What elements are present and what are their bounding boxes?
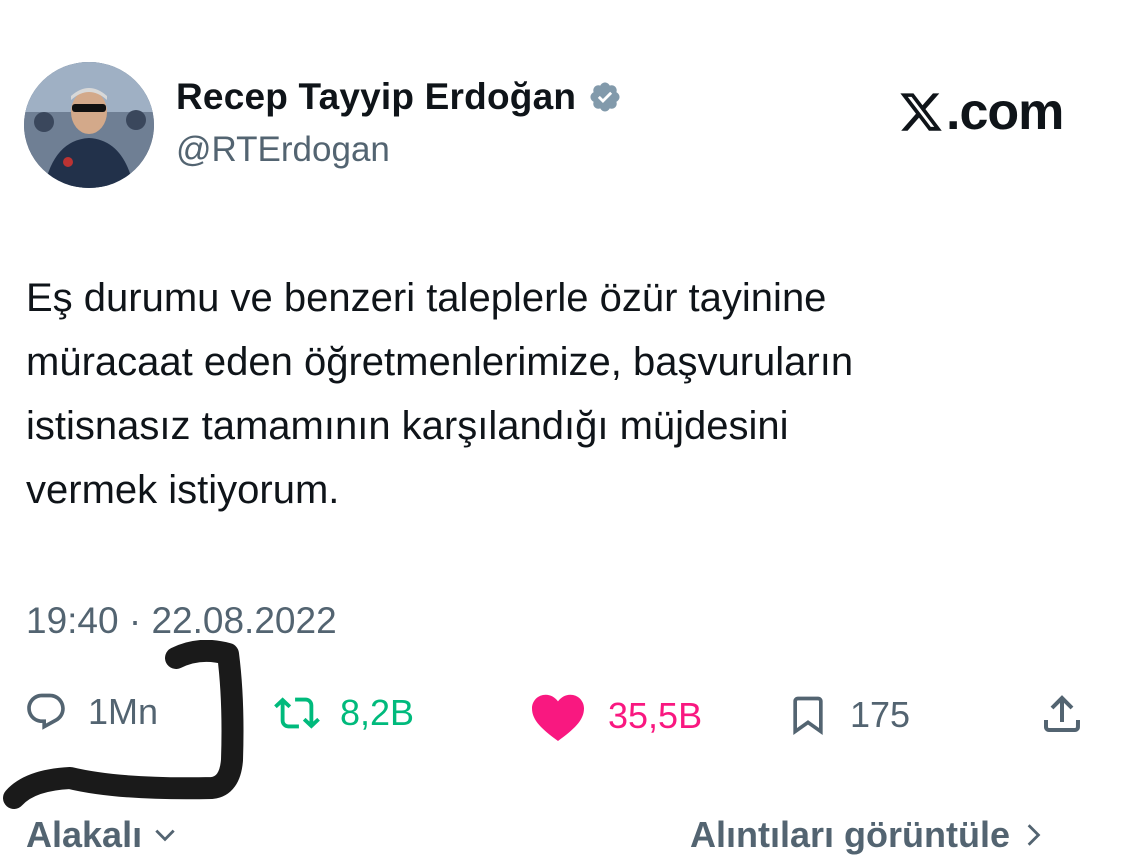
author-name[interactable]: Recep Tayyip Erdoğan <box>176 76 576 118</box>
reply-icon <box>27 693 65 730</box>
tweet-line: Eş durumu ve benzeri taleplerle özür tay… <box>26 276 827 320</box>
like-button[interactable]: 35,5B <box>528 690 702 742</box>
heart-icon <box>532 694 584 742</box>
share-icon <box>1044 695 1080 732</box>
share-button[interactable] <box>1038 690 1086 738</box>
avatar-photo <box>24 62 154 188</box>
bookmark-icon <box>793 696 823 736</box>
view-quotes-label: Alıntıları görüntüle <box>690 814 1010 855</box>
bookmark-button[interactable]: 175 <box>786 690 910 740</box>
avatar[interactable] <box>24 62 154 188</box>
reply-count: 1Mn <box>88 691 159 732</box>
verified-badge-icon <box>590 82 620 112</box>
chevron-down-icon <box>155 829 175 842</box>
reply-button[interactable]: 1Mn <box>24 690 158 734</box>
tweet-timestamp[interactable]: 19:40 · 22.08.2022 <box>26 600 337 642</box>
brand-watermark: .com <box>898 82 1064 142</box>
retweet-count: 8,2B <box>340 692 415 733</box>
author-handle[interactable]: @RTErdogan <box>176 130 390 170</box>
tweet-line: müracaat eden öğretmenlerimize, başvurul… <box>26 340 854 384</box>
chevron-right-icon <box>1027 824 1041 846</box>
tweet-line: istisnasız tamamının karşılandığı müjdes… <box>26 404 789 448</box>
x-logo-icon <box>900 93 942 131</box>
action-bar: 1Mn 8,2B 35,5B 175 <box>0 690 1125 750</box>
bookmark-count: 175 <box>850 694 911 735</box>
author-name-row[interactable]: Recep Tayyip Erdoğan <box>176 76 622 118</box>
related-filter[interactable]: Alakalı <box>26 814 178 856</box>
like-count: 35,5B <box>608 695 703 736</box>
tweet-text: Eş durumu ve benzeri taleplerle özür tay… <box>26 266 1086 522</box>
retweet-icon <box>274 697 320 729</box>
retweet-button[interactable]: 8,2B <box>274 690 414 736</box>
related-filter-label: Alakalı <box>26 814 143 855</box>
view-quotes-link[interactable]: Alıntıları görüntüle <box>690 814 1046 856</box>
brand-text: .com <box>946 83 1064 141</box>
tweet-line: vermek istiyorum. <box>26 468 340 512</box>
